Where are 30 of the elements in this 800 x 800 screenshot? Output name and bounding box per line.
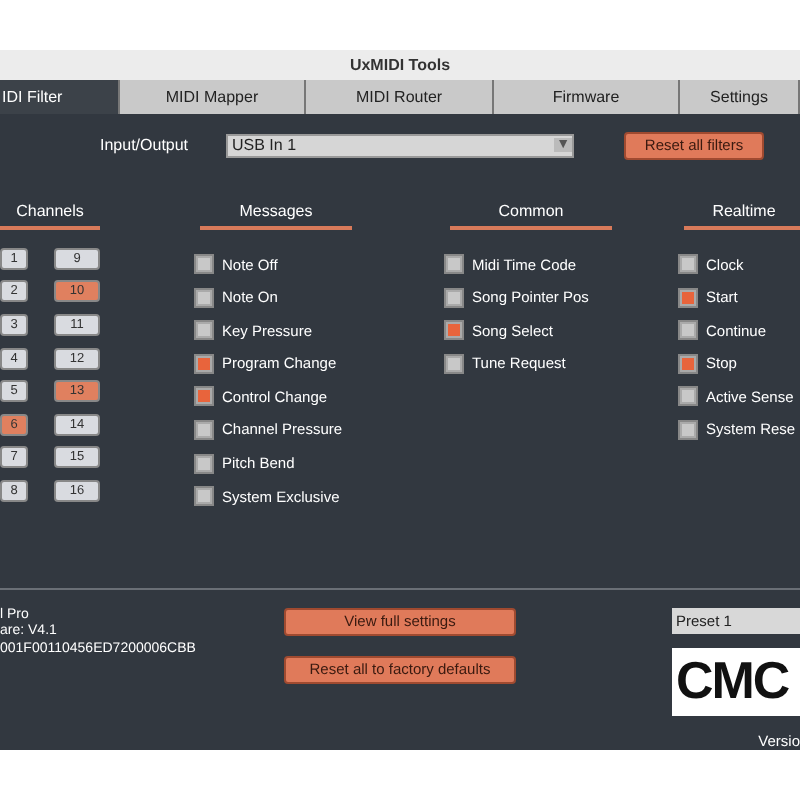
tab[interactable]: Firmware <box>494 80 680 114</box>
checkbox[interactable] <box>194 486 214 507</box>
checkbox[interactable] <box>194 453 214 474</box>
section-heading: Realtime <box>712 201 776 220</box>
checkbox[interactable] <box>194 320 214 341</box>
checkbox[interactable] <box>444 287 464 308</box>
field-label: Input/Output <box>100 136 191 155</box>
section-heading: Common <box>498 201 564 220</box>
tab[interactable]: IDI Filter <box>0 80 120 114</box>
checkbox[interactable] <box>194 254 214 275</box>
checkbox[interactable] <box>194 419 214 440</box>
checkbox[interactable] <box>678 287 698 308</box>
checkbox[interactable] <box>678 419 698 440</box>
checkbox[interactable] <box>444 320 464 341</box>
section-heading: Messages <box>239 201 313 220</box>
section-heading: Channels <box>16 201 84 220</box>
tab[interactable]: Settings <box>680 80 800 114</box>
checkbox[interactable] <box>444 353 464 374</box>
checkbox[interactable] <box>678 353 698 374</box>
checkbox[interactable] <box>678 386 698 407</box>
tab[interactable]: MIDI Router <box>306 80 494 114</box>
logo: CMC <box>674 650 789 713</box>
checkbox[interactable] <box>194 287 214 308</box>
checkbox[interactable] <box>194 353 214 374</box>
checkbox[interactable] <box>194 386 214 407</box>
checkbox[interactable] <box>444 254 464 275</box>
checkbox[interactable] <box>678 320 698 341</box>
checkbox[interactable] <box>678 254 698 275</box>
tab[interactable]: MIDI Mapper <box>120 80 306 114</box>
window-title: UxMIDI Tools <box>349 56 451 74</box>
